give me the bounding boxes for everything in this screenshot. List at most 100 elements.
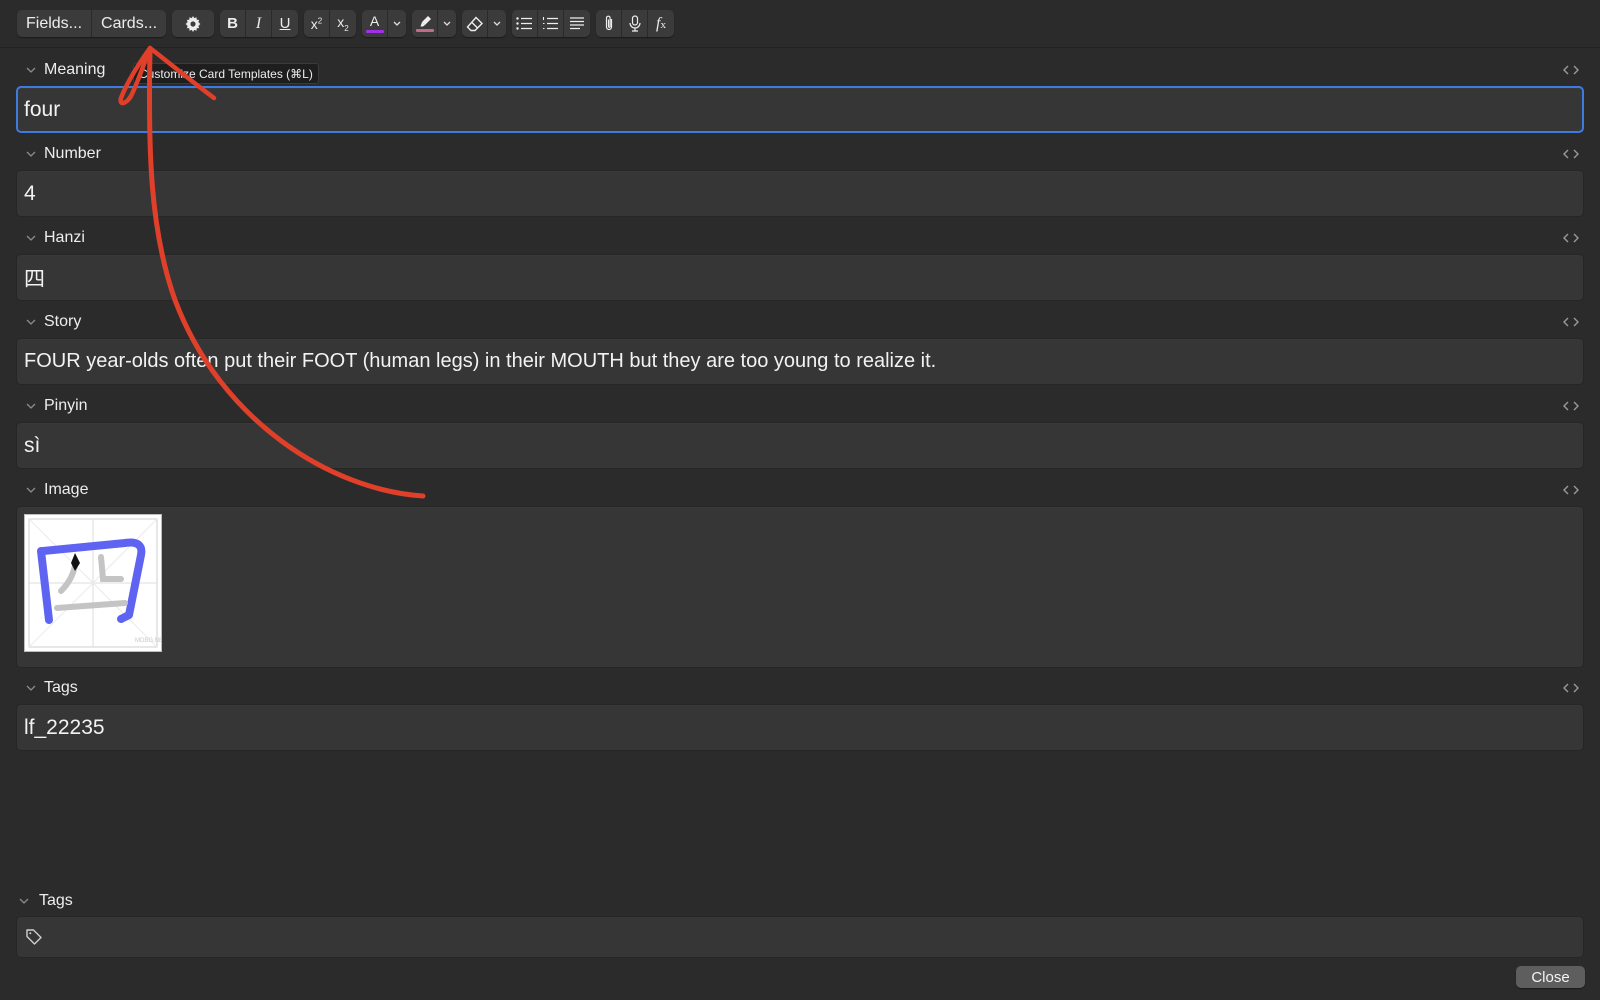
highlight-dropdown[interactable] [438,10,456,37]
field-value: 4 [24,182,36,206]
justify-button[interactable] [564,10,590,37]
html-editor-toggle[interactable] [1560,397,1582,415]
cards-button[interactable]: Cards... [92,10,166,37]
field-label-row: Number [16,143,1584,165]
code-brackets-icon [1563,401,1579,411]
field-story: Story FOUR year-olds often put their FOOT… [16,311,1584,385]
chevron-down-icon [19,898,29,904]
math-button[interactable]: fx [648,10,674,37]
chevron-down-icon [393,21,401,26]
field-input-story[interactable]: FOUR year-olds often put their FOOT (hum… [16,338,1584,385]
gear-icon [185,16,201,32]
field-value: sì [24,434,40,458]
hanzi-stroke-image[interactable]: MDBG.NET [24,514,162,652]
field-label: Meaning [44,61,105,79]
attach-button[interactable] [596,10,622,37]
settings-group [172,10,214,37]
field-input-meaning[interactable]: four [16,86,1584,133]
field-value: 四 [24,263,45,293]
chevron-down-icon [493,21,501,26]
field-label-row: Story [16,311,1584,333]
eraser-group [462,10,506,37]
field-pinyin: Pinyinsì [16,395,1584,469]
chevron-down-icon [443,21,451,26]
tag-editor-input[interactable] [16,916,1584,958]
field-hanzi: Hanzi 四 [16,227,1584,301]
field-number: Number 4 [16,143,1584,217]
field-value: FOUR year-olds often put their FOOT (hum… [24,350,936,373]
italic-button[interactable]: I [246,10,272,37]
align-icon [569,17,585,30]
highlighter-icon [418,15,432,28]
list-group [512,10,590,37]
field-input-number[interactable]: 4 [16,170,1584,217]
html-editor-toggle[interactable] [1560,313,1582,331]
subscript-button[interactable]: x2 [330,10,356,37]
image-watermark: MDBG.NET [135,638,161,644]
field-label: Story [44,313,81,331]
script-group: x2 x2 [304,10,356,37]
collapse-field-toggle[interactable] [20,67,42,73]
field-input-hanzi[interactable]: 四 [16,254,1584,301]
chevron-down-icon [26,319,36,325]
tag-icon [25,928,43,946]
microphone-icon [629,15,641,32]
chevron-down-icon [26,685,36,691]
clear-formatting-button[interactable] [462,10,488,37]
chevron-down-icon [26,403,36,409]
html-editor-toggle[interactable] [1560,679,1582,697]
code-brackets-icon [1563,149,1579,159]
code-brackets-icon [1563,233,1579,243]
ordered-list-button[interactable] [538,10,564,37]
field-value: four [24,98,60,122]
collapse-tags-toggle[interactable] [16,898,32,904]
bold-icon: B [227,15,238,32]
field-input-image[interactable]: MDBG.NET [16,506,1584,668]
html-editor-toggle[interactable] [1560,229,1582,247]
collapse-field-toggle[interactable] [20,319,42,325]
numbered-list-icon [542,17,559,30]
fields-button[interactable]: Fields... [17,10,92,37]
field-label-row: Hanzi [16,227,1584,249]
cards-tooltip: Customize Card Templates (⌘L) [133,63,319,84]
highlight-group [412,10,456,37]
collapse-field-toggle[interactable] [20,487,42,493]
highlight-button[interactable] [412,10,438,37]
text-color-button[interactable]: A [362,10,388,37]
field-value: lf_22235 [24,716,105,740]
html-editor-toggle[interactable] [1560,145,1582,163]
record-audio-button[interactable] [622,10,648,37]
settings-button[interactable] [172,10,214,37]
bullet-list-icon [516,17,533,30]
field-input-pinyin[interactable]: sì [16,422,1584,469]
html-editor-toggle[interactable] [1560,481,1582,499]
paperclip-icon [604,15,614,32]
field-label: Image [44,481,88,499]
collapse-field-toggle[interactable] [20,685,42,691]
superscript-icon: x2 [311,16,322,32]
close-button[interactable]: Close [1516,966,1585,988]
italic-icon: I [256,15,261,33]
field-tags: Tagslf_22235 [16,677,1584,751]
collapse-field-toggle[interactable] [20,235,42,241]
html-editor-toggle[interactable] [1560,61,1582,79]
tag-editor-label: Tags [39,892,73,910]
underline-button[interactable]: U [272,10,298,37]
clear-formatting-dropdown[interactable] [488,10,506,37]
code-brackets-icon [1563,485,1579,495]
format-group: B I U [220,10,298,37]
field-label: Number [44,145,101,163]
unordered-list-button[interactable] [512,10,538,37]
highlight-color-swatch [416,29,434,32]
eraser-icon [466,16,484,32]
collapse-field-toggle[interactable] [20,151,42,157]
code-brackets-icon [1563,317,1579,327]
chevron-down-icon [26,67,36,73]
field-input-tags[interactable]: lf_22235 [16,704,1584,751]
text-color-dropdown[interactable] [388,10,406,37]
field-label-row: Image [16,479,1584,501]
superscript-button[interactable]: x2 [304,10,330,37]
bold-button[interactable]: B [220,10,246,37]
underline-icon: U [280,15,291,32]
collapse-field-toggle[interactable] [20,403,42,409]
